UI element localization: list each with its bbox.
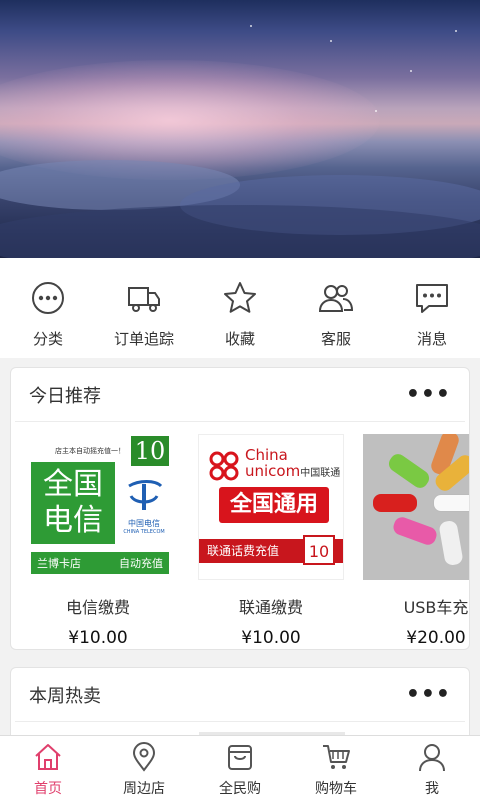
image-main-line: 全国 — [43, 467, 103, 502]
tab-label: 首页 — [34, 781, 62, 797]
unicom-brand: China unicom中国联通 — [245, 447, 340, 482]
charger-red — [373, 494, 417, 512]
image-main-line: 电信 — [43, 503, 103, 538]
tab-nearby-shops[interactable]: 周边店 — [96, 736, 192, 800]
image-top-text: 店主本自动摇充值一！ — [55, 447, 125, 455]
strip-text: 联通话费充值 — [207, 544, 280, 558]
tab-home[interactable]: 首页 — [0, 736, 96, 800]
charger-center — [433, 494, 469, 512]
banner-star — [455, 30, 457, 32]
china-telecom-logo: 中国电信 CHINA TELECOM — [121, 474, 167, 535]
tab-label: 购物车 — [315, 781, 357, 797]
product-item[interactable]: 店主本自动摇充值一！ 10 全国 电信 中国电信 CHINA TELECOM 兰… — [25, 434, 171, 648]
tab-label: 我 — [425, 781, 439, 797]
unicom-knot-icon — [209, 451, 239, 481]
banner-star — [375, 110, 377, 112]
bar-left-text: 兰博卡店 — [37, 557, 81, 570]
person-icon — [419, 744, 445, 772]
quicknav-item-customer-service[interactable]: 客服 — [288, 258, 384, 358]
star-icon — [224, 282, 256, 313]
card-header: 本周热卖 ••• — [15, 668, 465, 722]
tab-me[interactable]: 我 — [384, 736, 480, 800]
quicknav-item-category[interactable]: 分类 — [0, 258, 96, 358]
image-main-text: 全国 电信 — [31, 462, 115, 544]
product-item[interactable]: USB车充 ¥20.00 — [363, 434, 469, 648]
product-image-telecom[interactable]: 店主本自动摇充值一！ 10 全国 电信 中国电信 CHINA TELECOM 兰… — [25, 434, 171, 580]
quicknav-label: 分类 — [32, 330, 63, 348]
product-name[interactable]: 联通缴费 — [198, 594, 344, 618]
banner-image[interactable] — [0, 0, 480, 258]
home-icon — [35, 744, 61, 770]
tab-label: 全民购 — [219, 781, 261, 797]
telecom-logo-en: CHINA TELECOM — [123, 529, 165, 535]
users-icon — [318, 285, 354, 312]
tab-cart[interactable]: 购物车 — [288, 736, 384, 800]
quicknav-label: 订单追踪 — [113, 330, 174, 348]
product-price: ¥10.00 — [68, 628, 128, 648]
telecom-logo-cn: 中国电信 — [128, 519, 160, 528]
quicknav-item-order-tracking[interactable]: 订单追踪 — [96, 258, 192, 358]
product-item[interactable]: China unicom中国联通 全国通用 联通话费充值 10 联通缴费 ¥10… — [198, 434, 344, 648]
image-strip: 联通话费充值 10 — [199, 535, 343, 565]
more-icon[interactable]: ••• — [406, 383, 451, 405]
card-header: 今日推荐 ••• — [15, 368, 465, 422]
product-price: ¥20.00 — [406, 628, 466, 648]
quick-nav: 分类 订单追踪 收藏 客服 消息 — [0, 258, 480, 358]
charger-green — [385, 451, 433, 491]
truck-icon — [128, 287, 160, 312]
quicknav-item-messages[interactable]: 消息 — [384, 258, 480, 358]
telecom-logo-icon — [128, 480, 163, 510]
shopping-bag-icon — [228, 745, 252, 770]
quicknav-label: 消息 — [416, 330, 447, 348]
quicknav-item-favorites[interactable]: 收藏 — [192, 258, 288, 358]
quicknav-label: 客服 — [320, 330, 351, 348]
more-icon[interactable]: ••• — [406, 683, 451, 705]
message-icon — [416, 284, 448, 313]
quicknav-label: 收藏 — [224, 330, 255, 348]
banner-star — [250, 25, 252, 27]
banner-star — [410, 70, 412, 72]
card-title: 今日推荐 — [29, 385, 101, 407]
image-value: 10 — [131, 436, 169, 466]
image-bottom-bar: 兰博卡店 自动充值 — [31, 552, 169, 574]
product-price: ¥10.00 — [241, 628, 301, 648]
more-circle-icon — [32, 282, 64, 314]
today-recommend-card: 今日推荐 ••• 店主本自动摇充值一！ 10 全国 电信 中国电信 CHINA … — [10, 367, 470, 650]
product-image-unicom[interactable]: China unicom中国联通 全国通用 联通话费充值 10 — [198, 434, 344, 580]
tab-group-buy[interactable]: 全民购 — [192, 736, 288, 800]
strip-value: 10 — [303, 535, 335, 565]
tab-label: 周边店 — [123, 781, 165, 797]
product-carousel[interactable]: 店主本自动摇充值一！ 10 全国 电信 中国电信 CHINA TELECOM 兰… — [11, 422, 469, 648]
brand-en-2: unicom — [245, 462, 301, 480]
banner-star — [330, 40, 332, 42]
card-title: 本周热卖 — [29, 685, 101, 707]
bottom-tab-bar: 首页 周边店 全民购 购物车 我 — [0, 735, 480, 800]
cart-icon — [323, 745, 350, 769]
charger-white — [438, 519, 464, 567]
charger-pink — [391, 515, 439, 547]
image-button-text: 全国通用 — [219, 487, 329, 523]
product-image-usb-charger[interactable] — [363, 434, 469, 580]
bar-right-text: 自动充值 — [119, 557, 163, 570]
product-name[interactable]: 电信缴费 — [25, 594, 171, 618]
banner-cloud — [0, 205, 480, 258]
location-pin-icon — [132, 742, 156, 772]
brand-cn: 中国联通 — [300, 468, 341, 479]
product-name[interactable]: USB车充 — [363, 594, 469, 618]
